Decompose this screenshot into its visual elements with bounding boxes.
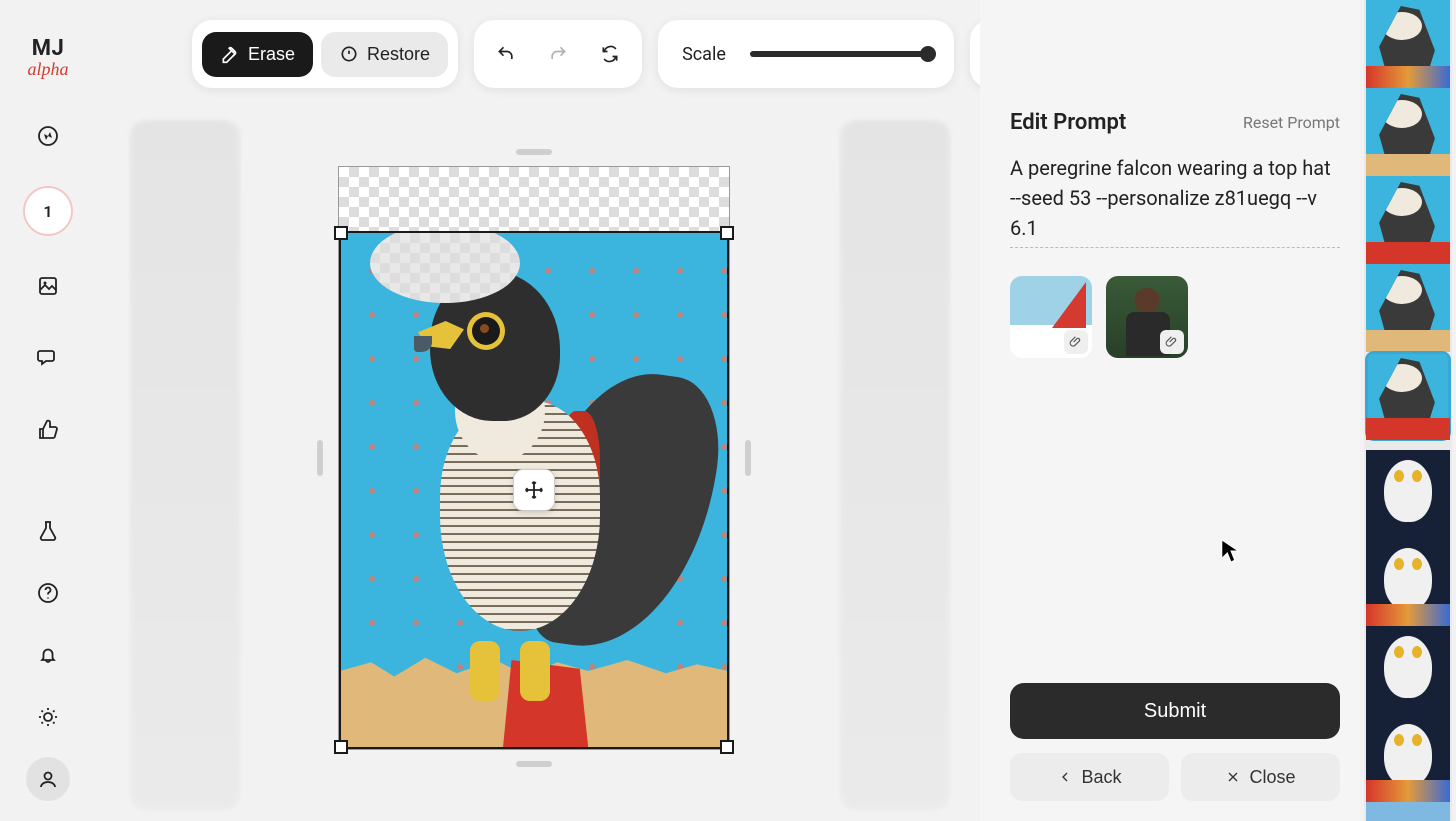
- scale-slider[interactable]: [750, 51, 930, 57]
- history-thumb[interactable]: [1366, 88, 1450, 176]
- crop-handle-br[interactable]: [720, 740, 734, 754]
- reference-images: [1010, 276, 1340, 358]
- crop-handle-tr[interactable]: [720, 226, 734, 240]
- restore-button[interactable]: Restore: [321, 32, 448, 77]
- reference-image-2[interactable]: [1106, 276, 1188, 358]
- scale-group: Scale: [658, 20, 954, 88]
- chat-icon[interactable]: [26, 336, 70, 380]
- logo-alpha: alpha: [27, 59, 68, 80]
- transparent-area: [339, 167, 729, 231]
- lab-icon[interactable]: [26, 509, 70, 553]
- reference-image-1[interactable]: [1010, 276, 1092, 358]
- profile-icon[interactable]: [26, 757, 70, 801]
- erase-label: Erase: [248, 44, 295, 65]
- submit-button[interactable]: Submit: [1010, 683, 1340, 739]
- canvas[interactable]: [338, 166, 730, 750]
- crop-frame[interactable]: [339, 231, 729, 749]
- history-thumb[interactable]: [1366, 714, 1450, 802]
- history-thumb[interactable]: [1366, 802, 1450, 821]
- crop-handle-tl[interactable]: [334, 226, 348, 240]
- theme-icon[interactable]: [26, 695, 70, 739]
- back-label: Back: [1081, 767, 1121, 788]
- reset-prompt-link[interactable]: Reset Prompt: [1243, 113, 1340, 132]
- close-button[interactable]: Close: [1181, 753, 1340, 801]
- edit-panel: Edit Prompt Reset Prompt A peregrine fal…: [980, 0, 1360, 821]
- history-group: [474, 20, 642, 88]
- scale-slider-thumb[interactable]: [920, 46, 936, 62]
- next-image-preview: [840, 120, 950, 810]
- crop-handle-bl[interactable]: [334, 740, 348, 754]
- left-sidebar: MJ alpha 1: [0, 0, 96, 821]
- thumbs-up-icon[interactable]: [26, 408, 70, 452]
- history-thumb[interactable]: [1366, 538, 1450, 626]
- erase-restore-group: Erase Restore: [192, 20, 458, 88]
- history-thumb[interactable]: [1366, 176, 1450, 264]
- scale-label: Scale: [682, 44, 726, 65]
- previous-image-preview: [130, 120, 240, 810]
- history-thumb-selected[interactable]: [1366, 352, 1450, 440]
- history-thumb[interactable]: [1366, 450, 1450, 538]
- restore-label: Restore: [367, 44, 430, 65]
- edit-prompt-title: Edit Prompt: [1010, 110, 1126, 135]
- help-icon[interactable]: [26, 571, 70, 615]
- extend-handle-top[interactable]: [516, 149, 552, 155]
- prompt-textarea[interactable]: A peregrine falcon wearing a top hat --s…: [1010, 153, 1340, 248]
- history-thumb[interactable]: [1366, 0, 1450, 88]
- history-strip: [1364, 0, 1452, 821]
- paperclip-icon: [1160, 330, 1184, 354]
- erase-button[interactable]: Erase: [202, 32, 313, 77]
- notifications-count-badge[interactable]: 1: [23, 186, 73, 236]
- history-thumb[interactable]: [1366, 626, 1450, 714]
- undo-button[interactable]: [484, 32, 528, 76]
- move-button[interactable]: [513, 469, 555, 511]
- explore-icon[interactable]: [26, 114, 70, 158]
- gallery-icon[interactable]: [26, 264, 70, 308]
- extend-handle-left[interactable]: [317, 440, 323, 476]
- redo-button[interactable]: [536, 32, 580, 76]
- close-label: Close: [1249, 767, 1295, 788]
- history-thumb[interactable]: [1366, 264, 1450, 352]
- reset-button[interactable]: [588, 32, 632, 76]
- paperclip-icon: [1064, 330, 1088, 354]
- bell-icon[interactable]: [26, 633, 70, 677]
- logo-mj: MJ: [27, 36, 68, 61]
- logo: MJ alpha: [27, 36, 68, 80]
- extend-handle-right[interactable]: [745, 440, 751, 476]
- back-button[interactable]: Back: [1010, 753, 1169, 801]
- extend-handle-bottom[interactable]: [516, 761, 552, 767]
